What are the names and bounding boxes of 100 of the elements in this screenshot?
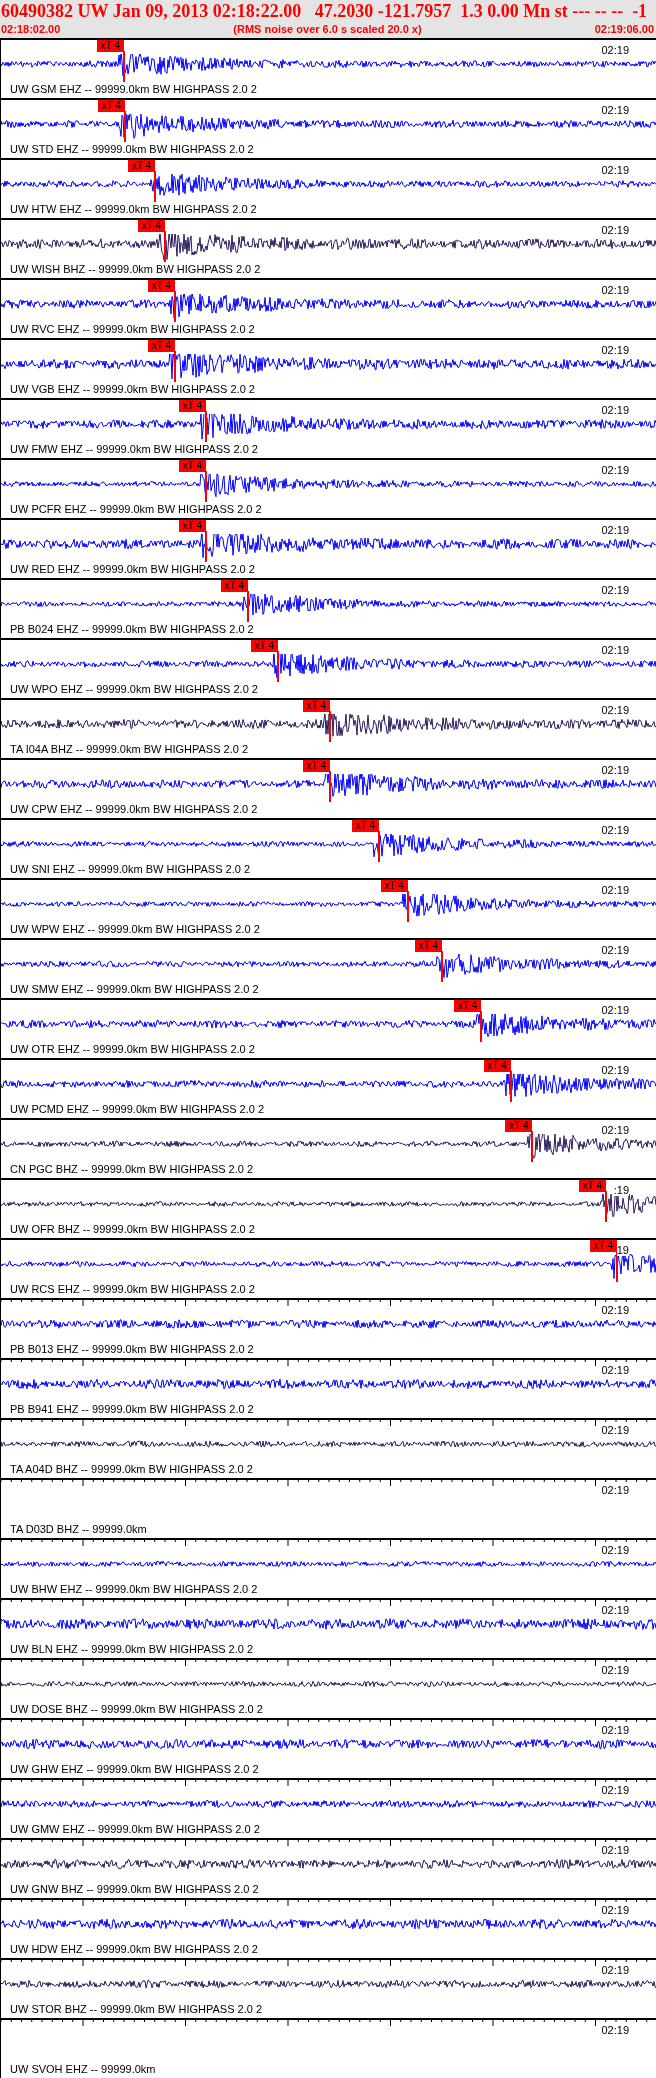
time-label: 02:19 <box>601 224 629 236</box>
pick-label: xT 4 <box>414 940 442 952</box>
channel-label: UW DOSE BHZ -- 99999.0km BW HIGHPASS 2.0 2 <box>9 1702 264 1717</box>
pick-line <box>509 1071 512 1102</box>
time-label: 02:19 <box>601 164 629 176</box>
pick-line <box>604 1191 607 1222</box>
channel-label: UW GMW EHZ -- 99999.0km BW HIGHPASS 2.0 2 <box>9 1822 261 1837</box>
pick-label: xT 4 <box>179 520 206 532</box>
time-label: 02:19 <box>601 764 629 776</box>
pick-label: xT 4 <box>220 580 248 592</box>
channel-label: UW HTW EHZ -- 99999.0km BW HIGHPASS 2.0 2 <box>9 202 258 217</box>
time-label: 02:19 <box>601 344 629 356</box>
pick-label: xT 4 <box>250 640 278 652</box>
pick-line <box>276 651 279 682</box>
pick-label: xT 4 <box>179 400 206 412</box>
pick-label: xT 4 <box>302 700 330 712</box>
pick-line <box>531 1131 534 1162</box>
end-time: 02:19:06.00 <box>594 22 654 37</box>
channel-label: UW STOR BHZ -- 99999.0km BW HIGHPASS 2.0 2 <box>9 2002 264 2017</box>
channel-label: UW WPO EHZ -- 99999.0km BW HIGHPASS 2.0 2 <box>9 682 259 697</box>
pick-line <box>123 111 126 142</box>
time-label: 02:19 <box>601 1664 629 1676</box>
time-label: 02:19 <box>601 1604 629 1616</box>
time-label: 02:19 <box>601 1364 629 1376</box>
pick-line <box>440 951 443 982</box>
time-label: 02:19 <box>601 644 629 656</box>
time-label: 02:19 <box>601 524 629 536</box>
channel-label: UW WPW EHZ -- 99999.0km BW HIGHPASS 2.0 2 <box>9 922 261 937</box>
pick-label: xT 4 <box>589 1240 617 1252</box>
channel-label: UW WISH BHZ -- 99999.0km BW HIGHPASS 2.0 2 <box>9 262 262 277</box>
time-label: 02:19 <box>601 1784 629 1796</box>
channel-label: UW VGB EHZ -- 99999.0km BW HIGHPASS 2.0 2 <box>9 382 256 397</box>
pick-label: xT 4 <box>147 280 175 292</box>
pick-line <box>205 531 207 562</box>
pick-line <box>246 591 249 622</box>
pick-line <box>205 471 207 502</box>
pick-label: xT 4 <box>380 880 408 892</box>
time-label: 02:19 <box>601 1964 629 1976</box>
pick-label: xT 4 <box>97 40 124 52</box>
time-label: 02:19 <box>601 1004 629 1016</box>
channel-label: CN PGC BHZ -- 99999.0km BW HIGHPASS 2.0 2 <box>9 1162 255 1177</box>
time-label: 02:19 <box>601 1724 629 1736</box>
channel-label: UW SMW EHZ -- 99999.0km BW HIGHPASS 2.0 2 <box>9 982 260 997</box>
channel-label: UW BHW EHZ -- 99999.0km BW HIGHPASS 2.0 2 <box>9 1582 259 1597</box>
channel-label: UW SNI EHZ -- 99999.0km BW HIGHPASS 2.0 2 <box>9 862 252 877</box>
channel-label: UW OTR EHZ -- 99999.0km BW HIGHPASS 2.0 2 <box>9 1042 256 1057</box>
time-label: 02:19 <box>601 1904 629 1916</box>
time-label: 02:19 <box>601 104 629 116</box>
pick-label: xT 4 <box>351 820 379 832</box>
time-label: 02:19 <box>601 1844 629 1856</box>
time-label: 02:19 <box>601 284 629 296</box>
time-label: 02:19 <box>601 404 629 416</box>
channel-label: UW HDW EHZ -- 99999.0km BW HIGHPASS 2.0 2 <box>9 1942 259 1957</box>
channel-label: UW OFR BHZ -- 99999.0km BW HIGHPASS 2.0 2 <box>9 1222 256 1237</box>
channel-label: UW SVOH EHZ -- 99999.0km <box>9 2062 157 2077</box>
pick-line <box>328 711 331 742</box>
pick-line <box>205 411 207 442</box>
pick-line <box>480 1011 483 1042</box>
time-label: 02:19 <box>601 1304 629 1316</box>
pick-label: xT 4 <box>454 1000 482 1012</box>
pick-label: xT 4 <box>302 760 330 772</box>
pick-label: xT 4 <box>179 460 206 472</box>
channel-label: PB B024 EHZ -- 99999.0km BW HIGHPASS 2.0 2 <box>9 622 255 637</box>
time-label: 02:19 <box>601 464 629 476</box>
time-label: 02:19 <box>601 44 629 56</box>
time-label: 02:19 <box>601 1064 629 1076</box>
channel-label: PB B941 EHZ -- 99999.0km BW HIGHPASS 2.0 2 <box>9 1402 255 1417</box>
time-label: 02:19 <box>601 1424 629 1436</box>
pick-label: xT 4 <box>483 1060 511 1072</box>
pick-line <box>164 231 166 262</box>
pick-line <box>615 1251 618 1282</box>
time-label: 02:19 <box>601 704 629 716</box>
channel-label: UW RVC EHZ -- 99999.0km BW HIGHPASS 2.0 2 <box>9 322 256 337</box>
pick-line <box>123 51 125 82</box>
channel-label: UW PCFR EHZ -- 99999.0km BW HIGHPASS 2.0 2 <box>9 502 263 517</box>
pick-line <box>406 891 409 922</box>
pick-line <box>173 291 176 322</box>
pick-label: xT 4 <box>505 1120 533 1132</box>
time-label: 02:19 <box>601 1124 629 1136</box>
pick-label: xT 4 <box>97 100 125 112</box>
time-label: 02:19 <box>601 884 629 896</box>
channel-label: UW GSM EHZ -- 99999.0km BW HIGHPASS 2.0 2 <box>9 82 258 97</box>
start-time: 02:18:02.00 <box>1 22 61 37</box>
time-label: 02:19 <box>601 944 629 956</box>
channel-label: TA D03D BHZ -- 99999.0km <box>9 1522 148 1537</box>
time-label: 02:19 <box>601 1544 629 1556</box>
channel-label: UW BLN EHZ -- 99999.0km BW HIGHPASS 2.0 2 <box>9 1642 255 1657</box>
time-label: 02:19 <box>601 584 629 596</box>
event-title: 60490382 UW Jan 09, 2013 02:18:22.00 47.2030 -121.7957 1.3 0.00 Mn st --- -- -- -1 <box>0 0 649 22</box>
time-label: 02:19 <box>601 824 629 836</box>
pick-label: xT 4 <box>578 1180 606 1192</box>
time-label: 02:19 <box>601 2024 629 2036</box>
channel-label: TA A04D BHZ -- 99999.0km BW HIGHPASS 2.0 2 <box>9 1462 254 1477</box>
pick-line <box>154 171 157 202</box>
channel-label: TA I04A BHZ -- 99999.0km BW HIGHPASS 2.0 2 <box>9 742 249 757</box>
channel-label: UW GNW BHZ -- 99999.0km BW HIGHPASS 2.0 2 <box>9 1882 260 1897</box>
channel-label: UW GHW EHZ -- 99999.0km BW HIGHPASS 2.0 2 <box>9 1762 260 1777</box>
pick-line <box>328 771 331 802</box>
channel-label: UW STD EHZ -- 99999.0km BW HIGHPASS 2.0 2 <box>9 142 255 157</box>
time-label: 02:19 <box>601 1484 629 1496</box>
